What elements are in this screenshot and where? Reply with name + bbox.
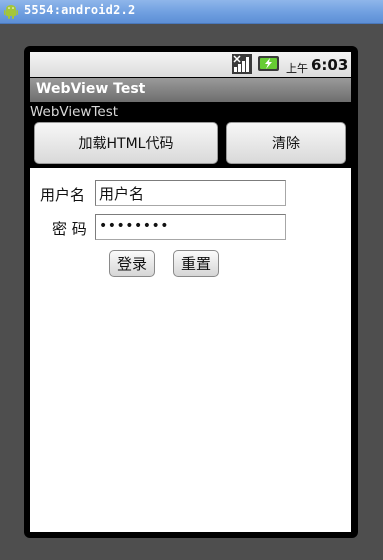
username-input[interactable]: 用户名 [95,180,286,206]
status-clock: 6:03 [311,56,349,74]
android-icon [4,5,18,19]
window-title: 5554:android2.2 [24,3,136,17]
activity-content: WebViewTest 加载HTML代码 清除 [30,102,351,168]
battery-charging-icon [258,56,279,71]
username-row: 用户名 用户名 [30,180,351,206]
username-label: 用户名 [40,186,86,204]
app-title: WebView Test [36,81,146,97]
signal-icon [232,54,252,74]
status-ampm: 上午 [286,62,308,75]
password-input[interactable]: •••••••• [95,214,286,240]
status-bar: 上午 6:03 [30,52,351,77]
password-row: 密 码 •••••••• [30,214,351,240]
webview: 用户名 用户名 密 码 •••••••• 登录 重置 [30,168,351,532]
load-html-button[interactable]: 加载HTML代码 [34,122,218,164]
window-title-bar[interactable]: 5554:android2.2 [0,0,383,24]
app-title-bar: WebView Test [30,78,351,102]
password-label: 密 码 [52,220,87,238]
reset-button[interactable]: 重置 [173,250,219,277]
clear-button[interactable]: 清除 [226,122,346,164]
login-button[interactable]: 登录 [109,250,155,277]
activity-label: WebViewTest [30,104,119,120]
